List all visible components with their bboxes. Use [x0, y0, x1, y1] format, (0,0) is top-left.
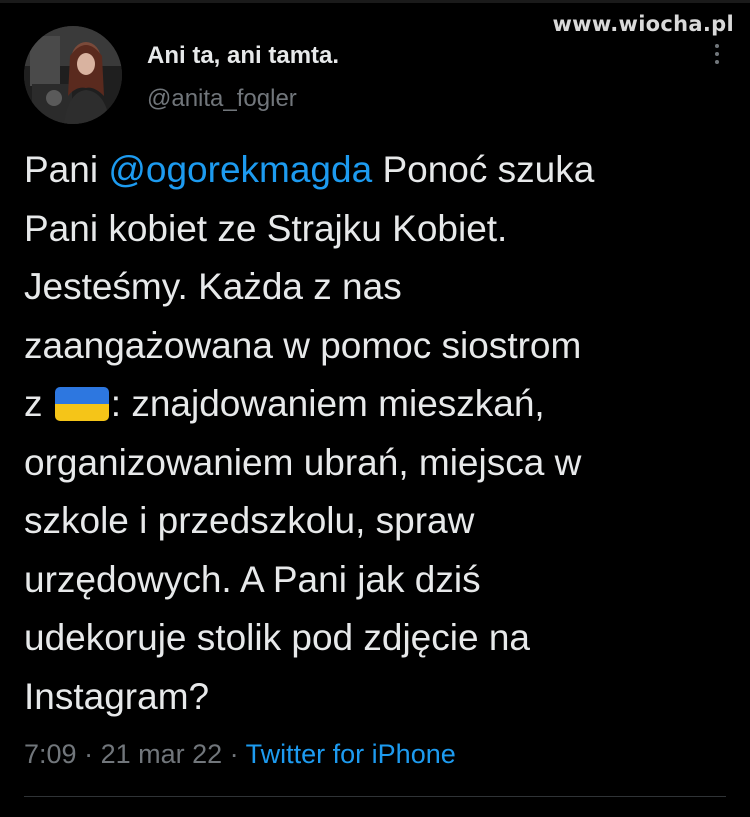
avatar-photo	[24, 26, 122, 124]
tweet-text: Pani @ogorekmagda Ponoć szuka Pani kobie…	[24, 141, 730, 726]
tweet-meta: 7:09 · 21 mar 22 · Twitter for iPhone	[24, 737, 456, 771]
meta-separator: ·	[76, 739, 101, 769]
mention-link[interactable]: @ogorekmagda	[108, 149, 372, 190]
user-handle[interactable]: @anita_fogler	[147, 84, 339, 114]
tweet-source-link[interactable]: Twitter for iPhone	[246, 739, 456, 769]
more-options-icon[interactable]	[712, 44, 722, 70]
tweet-date[interactable]: 21 mar 22	[101, 739, 223, 769]
watermark: www.wiocha.pl	[552, 12, 734, 36]
ukraine-flag-icon	[54, 387, 109, 421]
author-block[interactable]: Ani ta, ani tamta. @anita_fogler	[147, 41, 339, 114]
display-name[interactable]: Ani ta, ani tamta.	[147, 41, 339, 71]
divider	[24, 796, 726, 797]
top-border	[0, 0, 750, 3]
tweet-time[interactable]: 7:09	[24, 739, 77, 769]
tweet-text-part1: Pani	[24, 149, 109, 190]
avatar[interactable]	[24, 26, 122, 124]
tweet-text-part3: : znajdowaniem mieszkań, organizowaniem …	[24, 383, 582, 717]
meta-separator: ·	[222, 739, 246, 769]
